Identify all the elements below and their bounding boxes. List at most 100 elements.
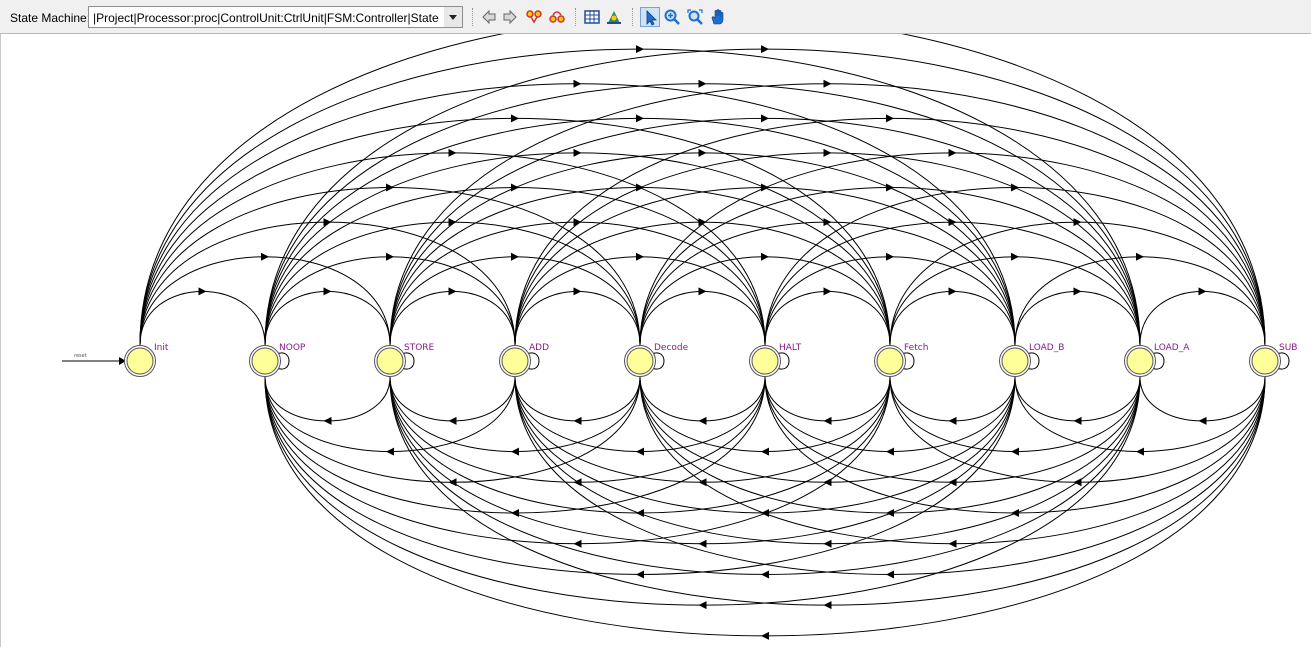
arrowhead-right	[761, 114, 769, 123]
arrowhead-left	[886, 570, 894, 579]
arrowhead-right	[573, 218, 582, 227]
transition-arc-forward	[1139, 291, 1266, 346]
state-label: LOAD_A	[1154, 343, 1190, 353]
transition-arc-forward	[889, 291, 1016, 346]
transition-arc-backward	[639, 376, 891, 453]
state-circle	[376, 347, 404, 375]
arrowhead-left	[761, 509, 769, 518]
arrowhead-right	[948, 287, 957, 296]
arrowhead-right	[636, 45, 644, 54]
arrowhead-right	[1073, 287, 1082, 296]
arrowhead-left	[573, 416, 582, 425]
arrowhead-left	[823, 416, 832, 425]
encoding-icon	[549, 11, 565, 23]
states: Init NOOP STORE ADD Decode HALT Fetch LOAD_B LOA…	[124, 343, 1298, 377]
state-label: HALT	[779, 343, 802, 353]
state-node[interactable]: Fetch	[874, 343, 929, 377]
arrowhead-right	[511, 114, 519, 123]
arrowhead-left	[1198, 416, 1207, 425]
arrowhead-right	[323, 287, 332, 296]
arrowhead-right	[636, 252, 644, 261]
arrowhead-right	[573, 79, 582, 88]
forward-arrow-icon	[503, 9, 517, 25]
back-button[interactable]	[479, 7, 499, 27]
arrowhead-right	[386, 252, 394, 261]
state-node[interactable]: NOOP	[249, 343, 306, 377]
transition-arc-forward	[264, 152, 891, 346]
state-node[interactable]: Init	[124, 343, 169, 377]
highlight-button[interactable]	[604, 7, 624, 27]
transition-arc-forward	[139, 291, 266, 346]
show-encoding-button[interactable]	[547, 7, 567, 27]
arrowhead-right	[1011, 252, 1019, 261]
arrowhead-left	[948, 478, 957, 487]
arrowhead-right	[823, 218, 832, 227]
arrowhead-left	[823, 539, 832, 548]
transition-arc-forward	[514, 291, 641, 346]
zoom-fit-icon	[687, 9, 703, 25]
transition-arc-backward	[264, 376, 766, 514]
transition-arc-forward	[639, 291, 766, 346]
state-label: LOAD_B	[1029, 343, 1064, 353]
transition-arc-forward	[389, 152, 1016, 346]
chevron-down-icon[interactable]	[444, 7, 462, 27]
state-diagram: reset Init NOOP STORE ADD Decode HALT Fetch LOAD…	[62, 34, 1298, 640]
arrowhead-right	[448, 218, 457, 227]
zoom-fit-button[interactable]	[685, 7, 705, 27]
state-node[interactable]: LOAD_B	[999, 343, 1065, 377]
arrowhead-left	[1011, 509, 1019, 518]
state-label: Decode	[654, 343, 689, 353]
arrowhead-right	[198, 287, 207, 296]
arrowhead-right	[823, 148, 832, 157]
transition-arc-forward	[1014, 291, 1141, 346]
pan-tool-button[interactable]	[708, 7, 728, 27]
state-node[interactable]: SUB	[1249, 343, 1298, 377]
transition-arrowheads	[198, 45, 1207, 640]
state-node[interactable]: HALT	[749, 343, 802, 377]
state-node[interactable]: ADD	[499, 343, 550, 377]
table-view-button[interactable]	[582, 7, 602, 27]
toolbar-separator	[632, 8, 634, 26]
canvas-border	[0, 34, 1, 647]
arrowhead-left	[948, 539, 957, 548]
arrowhead-right	[886, 252, 894, 261]
transition-arc-backward	[639, 376, 1266, 545]
reset-transition: reset	[62, 353, 126, 365]
state-circle	[1001, 347, 1029, 375]
arrowhead-left	[698, 416, 707, 425]
pointer-icon	[646, 10, 657, 26]
state-label: STORE	[404, 343, 435, 353]
arrowhead-left	[1011, 447, 1019, 456]
state-circle	[501, 347, 529, 375]
transition-arc-forward	[639, 256, 891, 346]
arrowhead-left	[573, 539, 582, 548]
arrowhead-right	[823, 287, 832, 296]
arrowhead-right	[886, 183, 894, 192]
state-machine-select[interactable]: |Project|Processor:proc|ControlUnit:Ctrl…	[88, 6, 463, 28]
transition-arc-backward	[514, 376, 641, 422]
transition-arc-forward	[764, 187, 1266, 346]
state-node[interactable]: LOAD_A	[1124, 343, 1191, 377]
transition-arc-backward	[514, 376, 1016, 514]
state-node[interactable]: Decode	[624, 343, 689, 377]
select-tool-button[interactable]	[640, 7, 660, 27]
transition-arc-forward	[264, 187, 766, 346]
zoom-in-button[interactable]	[662, 7, 682, 27]
transition-arc-backward	[764, 376, 1266, 514]
arrowhead-right	[386, 183, 394, 192]
show-transitions-button[interactable]	[524, 7, 544, 27]
highlight-icon	[607, 11, 621, 24]
transition-arc-backward	[639, 376, 1141, 514]
transition-arc-backward	[389, 376, 891, 514]
transition-arc-backward	[1014, 376, 1141, 422]
transition-arc-backward	[389, 376, 1141, 575]
transition-arc-backward	[389, 376, 1016, 545]
state-node[interactable]: STORE	[374, 343, 435, 377]
forward-button[interactable]	[500, 7, 520, 27]
arrowhead-left	[823, 478, 832, 487]
arrowhead-left	[886, 447, 894, 456]
diagram-canvas[interactable]: reset Init NOOP STORE ADD Decode HALT Fetch LOAD…	[0, 34, 1311, 647]
transition-arc-forward	[139, 152, 766, 346]
transition-arc-forward	[389, 187, 891, 346]
arrowhead-left	[636, 447, 644, 456]
